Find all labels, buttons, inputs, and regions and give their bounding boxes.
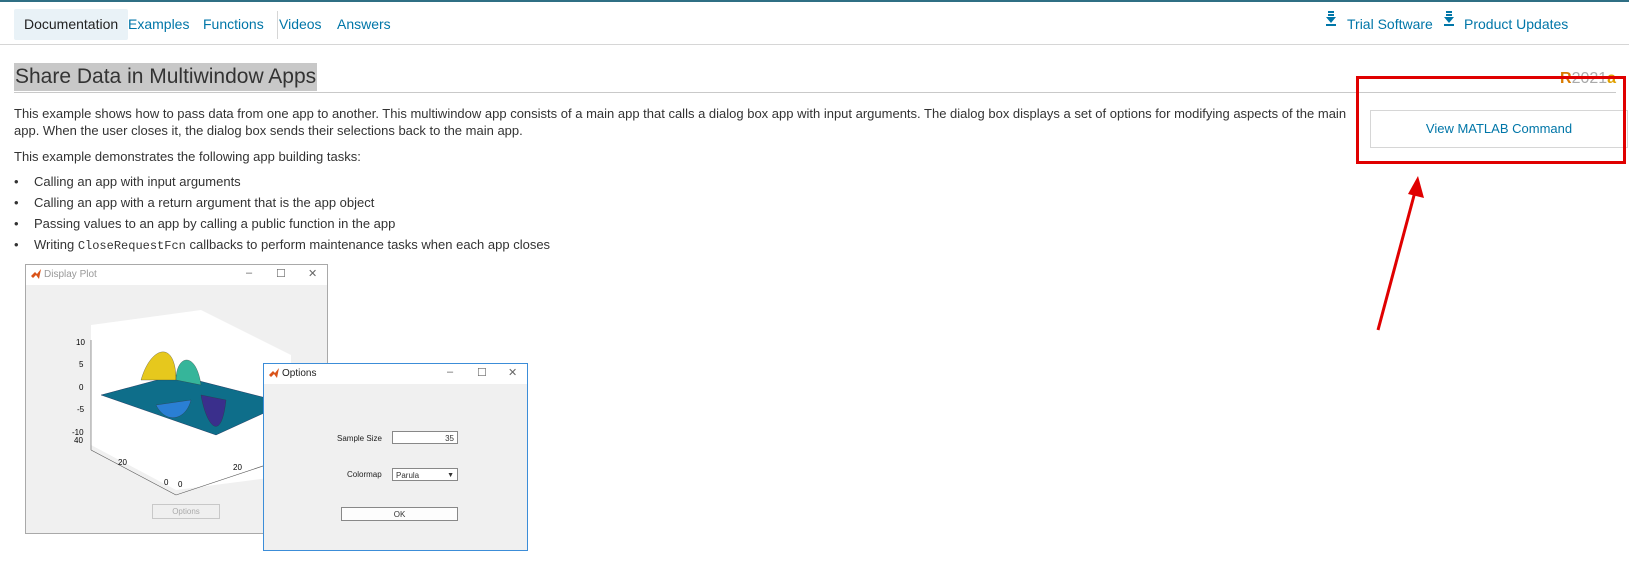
- x-tick-20: 20: [118, 458, 127, 467]
- colormap-label: Colormap: [347, 470, 382, 479]
- intro-line-2: app. When the user closes it, the dialog…: [14, 123, 523, 138]
- code-close-request-fcn: CloseRequestFcn: [77, 239, 186, 253]
- product-updates-link[interactable]: Product Updates: [1464, 9, 1568, 40]
- x-tick-40: 40: [74, 436, 83, 445]
- tab-examples[interactable]: Examples: [118, 9, 199, 40]
- ok-button-image: OK: [341, 507, 458, 521]
- tasks-intro: This example demonstrates the following …: [14, 149, 361, 164]
- bullet-text-post: callbacks to perform maintenance tasks w…: [185, 237, 551, 252]
- display-plot-titlebar: Display Plot – ☐ ✕: [26, 265, 327, 285]
- sample-size-field: 35: [392, 431, 458, 444]
- z-tick-minus5: -5: [77, 405, 85, 414]
- close-icon: ✕: [308, 268, 318, 280]
- tab-functions[interactable]: Functions: [193, 9, 274, 40]
- display-plot-title: Display Plot: [44, 269, 97, 280]
- colormap-value: Parula: [396, 471, 420, 480]
- minimize-icon: –: [447, 366, 454, 378]
- page-title: Share Data in Multiwindow Apps: [14, 63, 318, 91]
- trial-software-link[interactable]: Trial Software: [1347, 9, 1433, 40]
- chevron-down-icon: ▼: [447, 472, 454, 479]
- colormap-dropdown: Parula ▼: [392, 468, 458, 481]
- intro-line-1: This example shows how to pass data from…: [14, 106, 1347, 121]
- sample-size-label: Sample Size: [337, 434, 382, 443]
- bullet-text: Calling an app with a return argument th…: [34, 195, 375, 210]
- bullet-dot: •: [14, 195, 19, 210]
- close-icon: ✕: [508, 367, 518, 379]
- options-button-image: Options: [152, 504, 220, 519]
- y-tick-20: 20: [233, 463, 242, 472]
- bullet-text: Writing CloseRequestFcn callbacks to per…: [34, 237, 550, 253]
- tab-answers[interactable]: Answers: [327, 9, 401, 40]
- x-tick-0: 0: [164, 478, 169, 487]
- options-dialog-image: Options – ☐ ✕ Sample Size 35 Colormap Pa…: [263, 363, 528, 551]
- intro-paragraph: This example shows how to pass data from…: [14, 105, 1347, 139]
- annotation-arrow-icon: [1376, 176, 1424, 331]
- tab-documentation[interactable]: Documentation: [14, 9, 129, 40]
- bullet-dot: •: [14, 216, 19, 231]
- bullet-text: Passing values to an app by calling a pu…: [34, 216, 396, 231]
- download-icon: [1444, 11, 1454, 26]
- annotation-highlight-box: [1356, 76, 1626, 164]
- maximize-icon: ☐: [276, 268, 286, 280]
- z-tick-10: 10: [76, 338, 85, 347]
- matlab-logo-icon: [31, 269, 41, 279]
- maximize-icon: ☐: [477, 367, 487, 379]
- y-tick-0: 0: [178, 480, 183, 489]
- minimize-icon: –: [246, 267, 253, 279]
- bullet-dot: •: [14, 174, 19, 189]
- bullet-text-pre: Writing: [34, 237, 78, 252]
- tab-videos[interactable]: Videos: [269, 9, 332, 40]
- options-title: Options: [282, 368, 317, 379]
- download-icon: [1326, 11, 1336, 26]
- bullet-text: Calling an app with input arguments: [34, 174, 241, 189]
- z-tick-5: 5: [79, 360, 84, 369]
- bullet-dot: •: [14, 237, 19, 252]
- z-tick-0: 0: [79, 383, 84, 392]
- options-titlebar: Options – ☐ ✕: [264, 364, 527, 384]
- matlab-logo-icon: [269, 368, 279, 378]
- top-nav-bar: Documentation Examples Functions Videos …: [0, 0, 1629, 45]
